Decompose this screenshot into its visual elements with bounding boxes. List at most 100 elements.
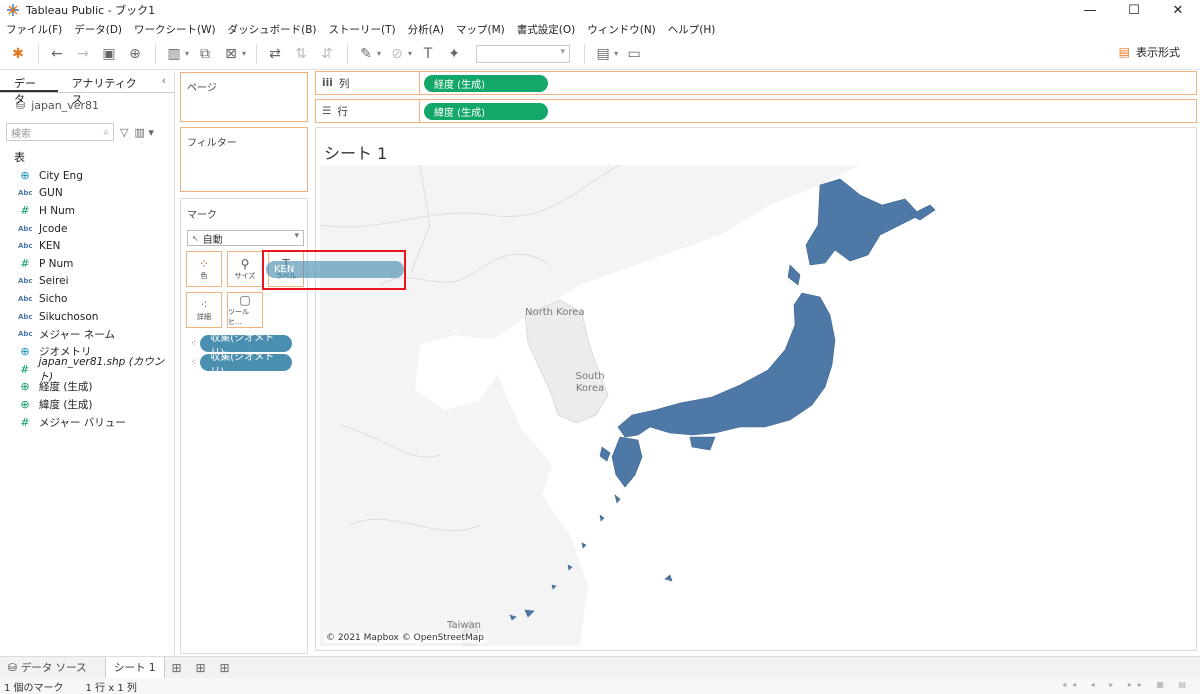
menu-worksheet[interactable]: ワークシート(W)	[134, 22, 216, 37]
longitude-pill[interactable]: 経度 (生成)	[424, 74, 548, 92]
tab-analytics[interactable]: アナリティクス	[58, 71, 154, 106]
field-item[interactable]: # P Num	[0, 255, 174, 273]
chevron-down-icon[interactable]: ▾	[614, 49, 618, 58]
field-label: KEN	[39, 240, 61, 253]
datasource-item[interactable]: ⛁ japan_ver81	[0, 93, 174, 117]
map-view[interactable]: North Korea South Korea Taiwan © 2021 Ma…	[320, 165, 1194, 646]
close-button[interactable]: ✕	[1156, 0, 1200, 20]
presentation-icon[interactable]: ▭	[622, 42, 646, 66]
marks-card-title: マーク	[187, 210, 217, 221]
undo-icon[interactable]: ←	[45, 42, 69, 66]
sheet-title: シート 1	[324, 144, 388, 163]
chevron-down-icon[interactable]: ▾	[185, 49, 189, 58]
field-item[interactable]: Abc Sicho	[0, 290, 174, 308]
new-datasource-icon[interactable]: ⊕	[123, 42, 147, 66]
show-me-label: 表示形式	[1136, 46, 1180, 59]
menu-data[interactable]: データ(D)	[74, 22, 122, 37]
size-button[interactable]: ⚲ サイズ	[227, 251, 263, 287]
view-options-icon[interactable]: ▥ ▾	[134, 126, 153, 139]
menu-format[interactable]: 書式設定(O)	[517, 22, 575, 37]
rows-shelf[interactable]: ☰ 行 緯度 (生成)	[315, 99, 1197, 123]
field-item[interactable]: # メジャー バリュー	[0, 413, 174, 431]
chevron-down-icon[interactable]: ▾	[377, 49, 381, 58]
columns-shelf[interactable]: iii 列 経度 (生成)	[315, 71, 1197, 95]
search-input[interactable]: 検索 ⌕	[6, 123, 114, 141]
sheet-navigation[interactable]: ◂◂ ◂ ▸ ▸▸ ▦ ▤	[1062, 680, 1192, 689]
field-item[interactable]: Abc KEN	[0, 237, 174, 255]
globe-icon: ⊕	[20, 398, 30, 412]
tooltip-label: ツールヒ...	[228, 308, 249, 326]
menu-analysis[interactable]: 分析(A)	[408, 22, 444, 37]
highlight-icon[interactable]: ✎	[354, 42, 378, 66]
field-label: Seirei	[39, 275, 69, 288]
field-item[interactable]: Abc Seirei	[0, 273, 174, 291]
field-item[interactable]: # japan_ver81.shp (カウント)	[0, 356, 174, 383]
tooltip-button[interactable]: ▢ ツールヒ...	[227, 292, 263, 328]
data-pane-tabs: データ アナリティクス ‹	[0, 71, 174, 106]
new-worksheet-icon[interactable]: ▥	[162, 42, 186, 66]
pages-shelf[interactable]: ページ	[180, 72, 308, 122]
filters-shelf[interactable]: フィルター	[180, 127, 308, 192]
latitude-pill[interactable]: 緯度 (生成)	[424, 102, 548, 120]
globe-icon: ⊕	[20, 169, 30, 183]
color-button[interactable]: ⁘ 色	[186, 251, 222, 287]
collapse-icon[interactable]: ‹	[154, 71, 174, 92]
abc-icon: Abc	[18, 312, 33, 321]
redo-icon[interactable]: →	[71, 42, 95, 66]
rows-columns-count: 1 行 x 1 列	[85, 682, 137, 694]
mark-count: 1 個のマーク	[4, 682, 64, 694]
detail-button[interactable]: ⁖ 詳細	[186, 292, 222, 328]
menu-help[interactable]: ヘルプ(H)	[668, 22, 716, 37]
menu-dashboard[interactable]: ダッシュボード(B)	[228, 22, 317, 37]
number-icon: #	[20, 257, 30, 271]
rows-shelf-label: ☰ 行	[316, 100, 420, 122]
rows-label: 行	[337, 105, 348, 118]
label-icon[interactable]: T	[416, 42, 440, 66]
sort-descending-icon[interactable]: ⇵	[315, 42, 339, 66]
field-item[interactable]: Abc Jcode	[0, 220, 174, 238]
save-icon[interactable]: ▣	[97, 42, 121, 66]
field-item[interactable]: Abc Sikuchoson	[0, 308, 174, 326]
field-item[interactable]: Abc GUN	[0, 185, 174, 203]
group-icon[interactable]: ⊘	[385, 42, 409, 66]
new-story-icon[interactable]: ⊞	[213, 661, 237, 675]
menu-file[interactable]: ファイル(F)	[6, 22, 62, 37]
datasource-icon: ⛁	[16, 98, 26, 112]
card-icon[interactable]: ▤	[591, 42, 615, 66]
field-item[interactable]: # H Num	[0, 202, 174, 220]
chevron-down-icon[interactable]: ▾	[408, 49, 412, 58]
field-label: GUN	[39, 187, 63, 200]
show-me-button[interactable]: ▤ 表示形式	[1119, 44, 1180, 60]
duplicate-sheet-icon[interactable]: ⧉	[193, 42, 217, 66]
field-item[interactable]: ⊕ City Eng	[0, 167, 174, 185]
detail-icon: ⁖	[191, 338, 197, 349]
datasource-tab[interactable]: ⛁ データ ソース	[0, 657, 106, 678]
field-item[interactable]: ⊕ 緯度 (生成)	[0, 396, 174, 414]
abc-icon: Abc	[18, 330, 33, 339]
search-row: 検索 ⌕ ▽ ▥ ▾	[0, 117, 174, 141]
maximize-button[interactable]: ☐	[1112, 0, 1156, 20]
clear-sheet-icon[interactable]: ⊠	[219, 42, 243, 66]
field-item[interactable]: Abc メジャー ネーム	[0, 325, 174, 343]
field-label: Jcode	[39, 222, 68, 235]
pin-icon[interactable]: ✦	[442, 42, 466, 66]
globe-icon: ⊕	[20, 345, 30, 359]
menu-window[interactable]: ウィンドウ(N)	[587, 22, 656, 37]
new-dashboard-icon[interactable]: ⊞	[189, 661, 213, 675]
sheet-tab[interactable]: シート 1	[106, 657, 165, 678]
chevron-down-icon[interactable]: ▾	[242, 49, 246, 58]
filter-icon[interactable]: ▽	[120, 126, 128, 139]
new-worksheet-icon[interactable]: ⊞	[165, 661, 189, 675]
geometry-pill[interactable]: 収集(ジオメトリ)	[200, 352, 293, 378]
rows-icon: ☰	[322, 105, 332, 117]
fit-select[interactable]	[476, 44, 571, 63]
mark-type-select[interactable]: ↖ 自動	[187, 230, 304, 246]
menu-map[interactable]: マップ(M)	[456, 22, 505, 37]
tab-data[interactable]: データ	[0, 71, 58, 106]
tableau-icon[interactable]: ✱	[6, 42, 30, 66]
menu-story[interactable]: ストーリー(T)	[329, 22, 396, 37]
swap-icon[interactable]: ⇄	[263, 42, 287, 66]
minimize-button[interactable]: —	[1068, 0, 1112, 20]
sort-ascending-icon[interactable]: ⇅	[289, 42, 313, 66]
field-label: H Num	[39, 204, 75, 217]
